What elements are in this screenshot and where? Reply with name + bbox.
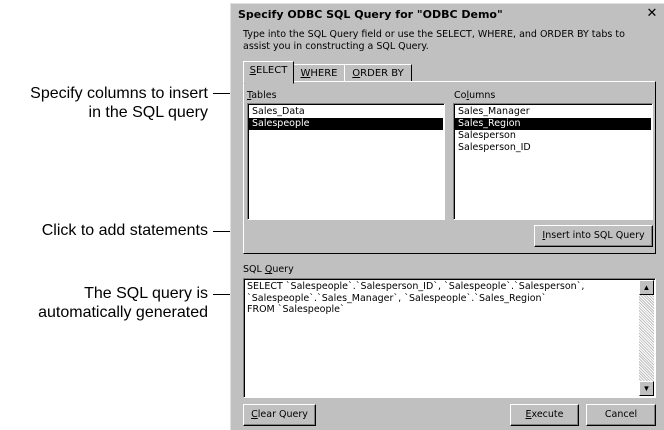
cancel-button[interactable]: Cancel [586, 404, 656, 426]
dialog-titlebar: Specify ODBC SQL Query for "ODBC Demo" ✕ [235, 6, 662, 24]
column-item-sales-manager[interactable]: Sales_Manager [455, 106, 651, 118]
sql-query-textarea[interactable]: SELECT `Salespeople`.`Salesperson_ID`, `… [243, 278, 656, 398]
sql-query-label-pre: SQL [243, 264, 265, 275]
sql-query-text[interactable]: SELECT `Salespeople`.`Salesperson_ID`, `… [247, 281, 632, 316]
callout-columns: Specify columns to insert in the SQL que… [30, 84, 208, 122]
sql-query-label-text: uery [272, 264, 294, 275]
close-icon[interactable]: ✕ [644, 7, 660, 21]
insert-button-label: nsert into SQL Query [545, 230, 645, 241]
callout-generated-line2: automatically generated [38, 304, 208, 321]
sql-query-scrollbar[interactable]: ▲ ▼ [639, 280, 654, 396]
callout-columns-line2: in the SQL query [88, 104, 208, 121]
columns-label: Columns [454, 90, 495, 102]
clear-button-label: lear Query [257, 409, 308, 420]
callout-columns-line1: Specify columns to insert [30, 85, 208, 102]
select-tab-panel: Tables Sales_Data Salespeople Columns Sa… [243, 81, 656, 254]
tables-label-text: ables [251, 90, 277, 101]
tab-where-label: HERE [310, 68, 338, 79]
callout-add: Click to add statements [42, 221, 208, 240]
execute-button[interactable]: Execute [510, 404, 579, 426]
sql-query-label: SQL Query [243, 264, 294, 276]
callout-generated: The SQL query is automatically generated [38, 284, 208, 322]
execute-button-label: xecute [531, 409, 564, 420]
columns-label-text: umns [469, 90, 496, 101]
column-item-salesperson-id[interactable]: Salesperson_ID [455, 142, 651, 154]
tab-where[interactable]: WHERE [293, 64, 345, 82]
table-item-sales-data[interactable]: Sales_Data [249, 106, 443, 118]
tab-order-by-access-key: O [352, 68, 361, 79]
tab-select[interactable]: SELECT [243, 61, 294, 84]
tab-where-access-key: W [300, 68, 311, 79]
instructions-text: Type into the SQL Query field or use the… [243, 29, 625, 52]
scroll-down-icon[interactable]: ▼ [639, 381, 654, 396]
callout-add-line1: Click to add statements [41, 222, 208, 239]
tab-select-label: ELECT [256, 65, 288, 76]
table-item-salespeople[interactable]: Salespeople [249, 118, 443, 130]
tab-order-by-label: RDER BY [360, 68, 404, 79]
clear-query-button[interactable]: Clear Query [243, 404, 316, 426]
column-item-sales-region[interactable]: Sales_Region [455, 118, 651, 130]
tables-label: Tables [247, 90, 277, 102]
tables-listbox[interactable]: Sales_Data Salespeople [247, 103, 445, 220]
callout-generated-line1: The SQL query is [84, 285, 208, 302]
insert-into-sql-query-button[interactable]: Insert into SQL Query [534, 225, 653, 247]
scroll-up-icon[interactable]: ▲ [639, 280, 654, 295]
columns-listbox[interactable]: Sales_Manager Sales_Region Salesperson S… [453, 103, 653, 220]
dialog-title: Specify ODBC SQL Query for "ODBC Demo" [238, 8, 503, 21]
cancel-button-label: Cancel [604, 409, 638, 420]
column-item-salesperson[interactable]: Salesperson [455, 130, 651, 142]
odbc-query-dialog: Specify ODBC SQL Query for "ODBC Demo" ✕… [230, 3, 664, 430]
clear-button-access-key: C [251, 409, 258, 420]
tab-order-by[interactable]: ORDER BY [344, 64, 412, 82]
columns-label-pre: Co [454, 90, 467, 101]
